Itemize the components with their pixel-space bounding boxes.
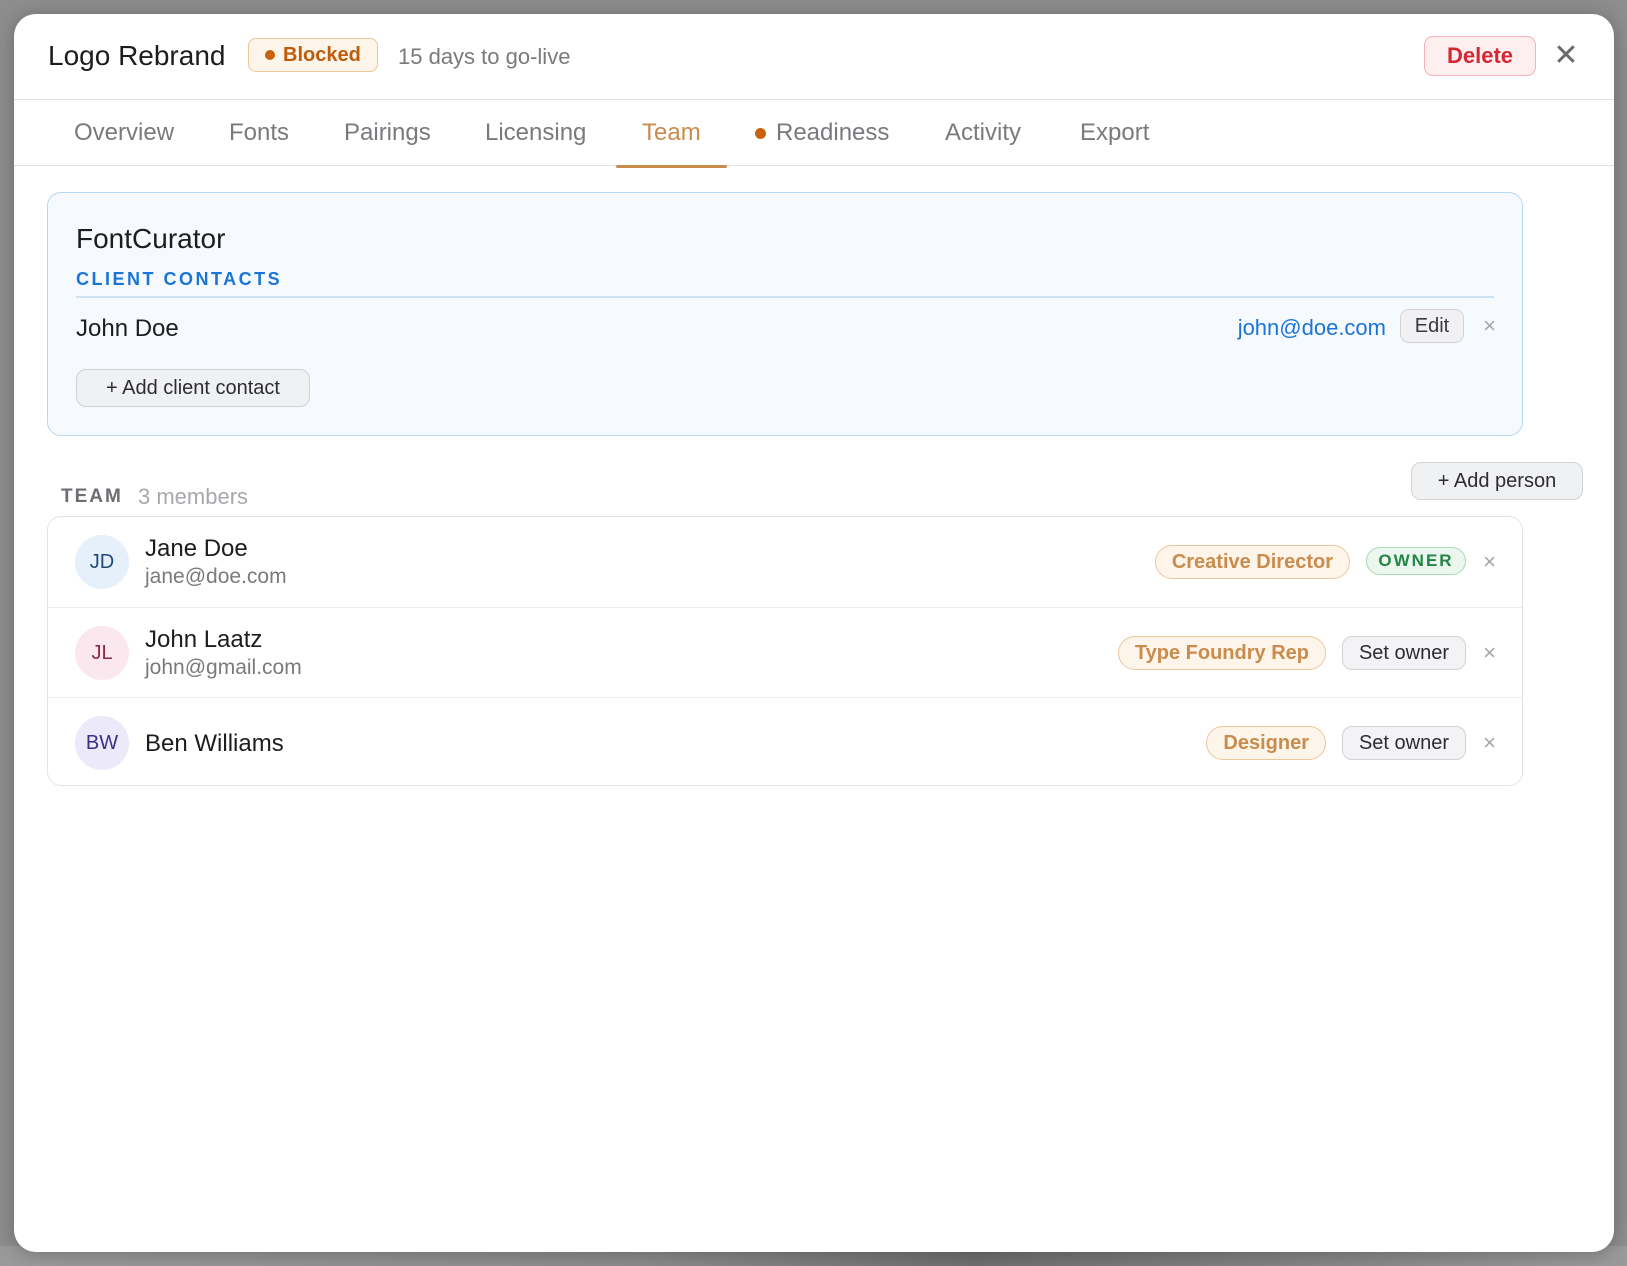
team-member-row: JD Jane Doe jane@doe.com Creative Direct… [48, 517, 1522, 607]
team-list: JD Jane Doe jane@doe.com Creative Direct… [47, 516, 1523, 786]
tab-export[interactable]: Export [1080, 100, 1149, 166]
add-person-button[interactable]: + Add person [1411, 462, 1583, 500]
member-name: Ben Williams [145, 730, 284, 757]
tab-licensing[interactable]: Licensing [485, 100, 586, 166]
remove-contact-icon[interactable]: × [1483, 313, 1496, 339]
contact-email-link[interactable]: john@doe.com [1238, 315, 1386, 341]
team-member-count: 3 members [138, 484, 249, 509]
team-heading: TEAM [61, 486, 123, 507]
member-name: John Laatz [145, 626, 263, 653]
divider [76, 296, 1494, 298]
role-badge[interactable]: Designer [1206, 726, 1326, 760]
member-name: Jane Doe [145, 535, 248, 562]
member-email: john@gmail.com [145, 656, 302, 679]
role-badge[interactable]: Creative Director [1154, 545, 1350, 579]
remove-member-icon[interactable]: × [1483, 640, 1496, 666]
tab-label: Licensing [485, 119, 587, 146]
go-live-countdown: 15 days to go-live [398, 44, 571, 69]
tab-bar: Overview Fonts Pairings Licensing Team R… [14, 100, 1614, 168]
remove-member-icon[interactable]: × [1483, 549, 1496, 575]
remove-member-icon[interactable]: × [1483, 730, 1496, 756]
close-icon[interactable]: ✕ [1548, 38, 1584, 74]
tab-label: Activity [945, 119, 1022, 146]
status-dot-icon [265, 50, 275, 60]
edit-contact-button[interactable]: Edit [1400, 309, 1464, 343]
tab-activity[interactable]: Activity [945, 100, 1021, 166]
tab-label: Overview [74, 119, 175, 146]
owner-badge: OWNER [1366, 547, 1466, 575]
role-badge[interactable]: Type Foundry Rep [1117, 636, 1326, 670]
tab-fonts[interactable]: Fonts [229, 100, 289, 166]
tab-label: Export [1080, 119, 1150, 146]
add-client-contact-button[interactable]: + Add client contact [76, 369, 310, 407]
status-label: Blocked [283, 43, 361, 66]
status-badge: Blocked [248, 38, 378, 72]
client-name: FontCurator [76, 223, 226, 254]
client-contacts-heading: CLIENT CONTACTS [76, 269, 283, 289]
modal-header: Logo Rebrand Blocked 15 days to go-live … [14, 14, 1614, 100]
warning-dot-icon [755, 127, 766, 139]
project-title: Logo Rebrand [48, 40, 226, 71]
team-member-row: JL John Laatz john@gmail.com Type Foundr… [48, 607, 1522, 697]
contact-name: John Doe [76, 315, 179, 342]
tab-label: Team [642, 119, 701, 146]
tab-pairings[interactable]: Pairings [344, 100, 431, 166]
tab-team[interactable]: Team [616, 100, 727, 168]
tab-overview[interactable]: Overview [74, 100, 174, 166]
set-owner-button[interactable]: Set owner [1342, 636, 1466, 670]
tab-readiness[interactable]: Readiness [755, 100, 889, 166]
avatar: BW [75, 716, 129, 770]
team-member-row: BW Ben Williams Designer Set owner × [48, 697, 1522, 787]
project-modal: Logo Rebrand Blocked 15 days to go-live … [14, 14, 1614, 1252]
client-card: FontCurator CLIENT CONTACTS John Doe joh… [47, 192, 1523, 436]
tab-label: Fonts [229, 119, 290, 146]
delete-button[interactable]: Delete [1424, 36, 1536, 76]
member-email: jane@doe.com [145, 565, 287, 588]
avatar: JL [75, 626, 129, 680]
tab-label: Pairings [344, 119, 431, 146]
set-owner-button[interactable]: Set owner [1342, 726, 1466, 760]
avatar: JD [75, 535, 129, 589]
tab-label: Readiness [776, 119, 890, 146]
